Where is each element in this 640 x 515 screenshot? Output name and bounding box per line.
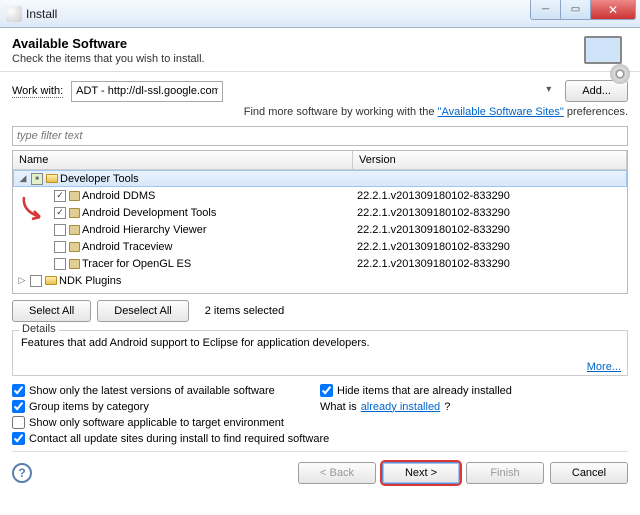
title-bar: Install ─ ▭ ✕ xyxy=(0,0,640,28)
tree-version: 22.2.1.v201309180102-833290 xyxy=(353,224,627,236)
tree-group-developer-tools[interactable]: ◢ Developer Tools xyxy=(13,170,627,187)
column-version[interactable]: Version xyxy=(353,151,627,169)
tree-version: 22.2.1.v201309180102-833290 xyxy=(353,241,627,253)
opt-whats-installed: What is already installed? xyxy=(320,400,628,413)
details-text: Features that add Android support to Ecl… xyxy=(21,337,370,349)
bundle-icon xyxy=(69,242,80,252)
work-with-label: Work with: xyxy=(12,85,63,98)
tree-label: Tracer for OpenGL ES xyxy=(82,258,191,270)
tree-version: 22.2.1.v201309180102-833290 xyxy=(353,207,627,219)
software-tree[interactable]: Name Version ◢ Developer Tools Android DD… xyxy=(12,150,628,294)
opt-contact-sites[interactable]: Contact all update sites during install … xyxy=(12,432,628,445)
wizard-header: Available Software Check the items that … xyxy=(0,28,640,72)
opt-latest-versions[interactable]: Show only the latest versions of availab… xyxy=(12,384,320,397)
maximize-button[interactable]: ▭ xyxy=(560,0,590,20)
tree-label: Android DDMS xyxy=(82,190,155,202)
details-label: Details xyxy=(19,323,59,335)
cancel-button[interactable]: Cancel xyxy=(550,462,628,484)
tree-item[interactable]: Android Development Tools 22.2.1.v201309… xyxy=(13,204,627,221)
app-icon xyxy=(6,6,22,22)
tree-label: NDK Plugins xyxy=(59,275,121,287)
tree-label: Android Hierarchy Viewer xyxy=(82,224,207,236)
bundle-icon xyxy=(69,208,80,218)
checkbox[interactable] xyxy=(54,258,66,270)
opt-applicable-env[interactable]: Show only software applicable to target … xyxy=(12,416,320,429)
page-title: Available Software xyxy=(12,36,628,51)
help-icon[interactable]: ? xyxy=(12,463,32,483)
tree-version: 22.2.1.v201309180102-833290 xyxy=(353,258,627,270)
checkbox[interactable] xyxy=(54,190,66,202)
tree-label: Android Traceview xyxy=(82,241,173,253)
checkbox[interactable] xyxy=(54,207,66,219)
tree-version: 22.2.1.v201309180102-833290 xyxy=(353,190,627,202)
finish-button[interactable]: Finish xyxy=(466,462,544,484)
find-more-text: Find more software by working with the "… xyxy=(12,106,628,118)
more-link[interactable]: More... xyxy=(587,361,621,373)
work-with-combobox[interactable] xyxy=(71,81,223,102)
folder-icon xyxy=(45,276,57,285)
tree-label: Developer Tools xyxy=(60,173,139,185)
back-button[interactable]: < Back xyxy=(298,462,376,484)
window-title: Install xyxy=(26,7,57,21)
deselect-all-button[interactable]: Deselect All xyxy=(97,300,188,322)
next-button[interactable]: Next > xyxy=(382,462,460,484)
opt-group-category[interactable]: Group items by category xyxy=(12,400,320,413)
available-sites-link[interactable]: "Available Software Sites" xyxy=(438,106,564,118)
expand-icon[interactable]: ▷ xyxy=(17,275,27,286)
bundle-icon xyxy=(69,225,80,235)
opt-hide-installed[interactable]: Hide items that are already installed xyxy=(320,384,628,397)
filter-input[interactable] xyxy=(12,126,628,146)
install-icon xyxy=(584,36,626,78)
close-button[interactable]: ✕ xyxy=(590,0,636,20)
tree-item[interactable]: Tracer for OpenGL ES 22.2.1.v20130918010… xyxy=(13,255,627,272)
expand-icon[interactable]: ◢ xyxy=(18,173,28,184)
checkbox[interactable] xyxy=(54,241,66,253)
checkbox[interactable] xyxy=(31,173,43,185)
tree-group-ndk-plugins[interactable]: ▷ NDK Plugins xyxy=(13,272,627,289)
bundle-icon xyxy=(69,191,80,201)
tree-item[interactable]: Android Hierarchy Viewer 22.2.1.v2013091… xyxy=(13,221,627,238)
column-name[interactable]: Name xyxy=(13,151,353,169)
checkbox[interactable] xyxy=(54,224,66,236)
folder-icon xyxy=(46,174,58,183)
checkbox[interactable] xyxy=(30,275,42,287)
select-all-button[interactable]: Select All xyxy=(12,300,91,322)
tree-item[interactable]: Android Traceview 22.2.1.v201309180102-8… xyxy=(13,238,627,255)
already-installed-link[interactable]: already installed xyxy=(361,401,441,413)
tree-label: Android Development Tools xyxy=(82,207,216,219)
page-subtitle: Check the items that you wish to install… xyxy=(12,53,628,65)
selection-status: 2 items selected xyxy=(205,305,284,317)
tree-item[interactable]: Android DDMS 22.2.1.v201309180102-833290 xyxy=(13,187,627,204)
details-group: Details Features that add Android suppor… xyxy=(12,330,628,376)
bundle-icon xyxy=(69,259,80,269)
minimize-button[interactable]: ─ xyxy=(530,0,560,20)
